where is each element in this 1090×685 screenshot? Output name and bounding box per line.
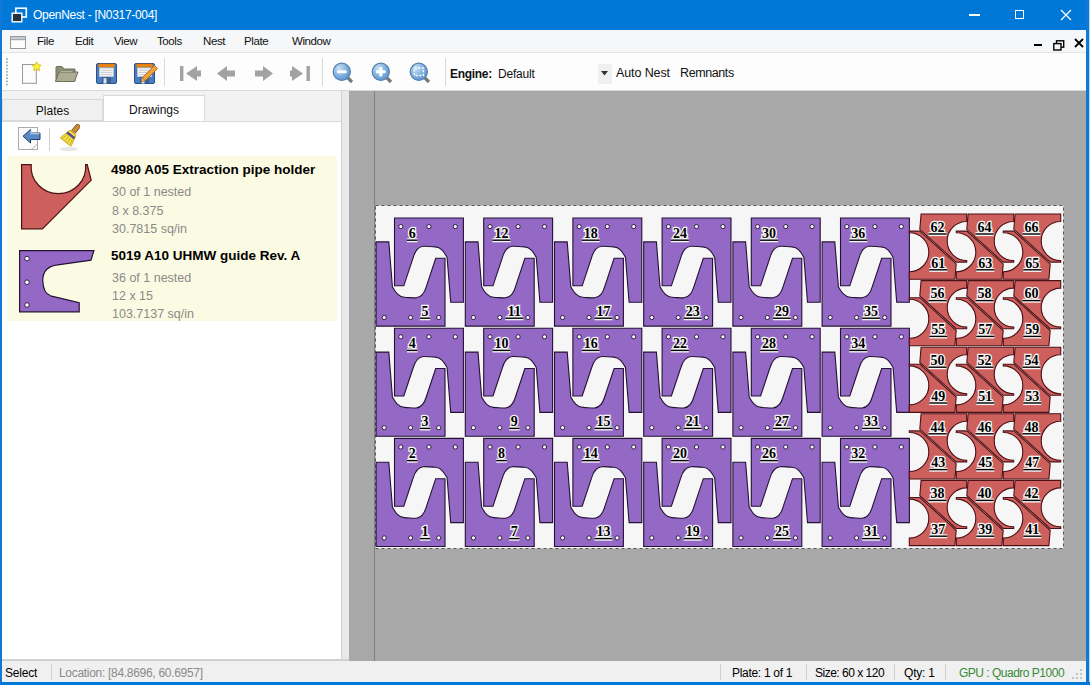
svg-text:28: 28	[762, 336, 776, 351]
svg-text:24: 24	[673, 226, 687, 241]
svg-text:50: 50	[931, 353, 945, 368]
svg-text:17: 17	[597, 304, 611, 319]
svg-text:25: 25	[775, 524, 789, 539]
svg-text:37: 37	[931, 522, 945, 537]
svg-text:61: 61	[931, 256, 945, 271]
svg-text:3: 3	[422, 414, 429, 429]
svg-text:42: 42	[1025, 486, 1039, 501]
svg-text:39: 39	[978, 522, 992, 537]
svg-text:11: 11	[508, 304, 521, 319]
svg-text:12: 12	[495, 226, 509, 241]
svg-text:6: 6	[409, 226, 416, 241]
svg-text:33: 33	[864, 414, 878, 429]
svg-text:26: 26	[762, 446, 776, 461]
svg-text:46: 46	[978, 420, 992, 435]
svg-text:18: 18	[584, 226, 598, 241]
svg-text:16: 16	[584, 336, 598, 351]
svg-text:63: 63	[978, 256, 992, 271]
svg-text:2: 2	[409, 446, 416, 461]
svg-text:31: 31	[864, 524, 878, 539]
svg-text:58: 58	[978, 286, 992, 301]
svg-text:53: 53	[1025, 389, 1039, 404]
svg-text:52: 52	[978, 353, 992, 368]
svg-text:49: 49	[931, 389, 945, 404]
svg-text:15: 15	[597, 414, 611, 429]
svg-text:66: 66	[1025, 220, 1039, 235]
svg-text:34: 34	[851, 336, 865, 351]
svg-text:64: 64	[978, 220, 992, 235]
svg-text:65: 65	[1025, 256, 1039, 271]
svg-text:54: 54	[1025, 353, 1039, 368]
svg-text:35: 35	[864, 304, 878, 319]
svg-text:40: 40	[978, 486, 992, 501]
svg-text:30: 30	[762, 226, 776, 241]
svg-text:44: 44	[931, 420, 945, 435]
svg-text:5: 5	[422, 304, 429, 319]
svg-text:59: 59	[1025, 322, 1039, 337]
svg-text:43: 43	[931, 455, 945, 470]
svg-text:48: 48	[1025, 420, 1039, 435]
svg-text:14: 14	[584, 446, 598, 461]
svg-text:8: 8	[498, 446, 505, 461]
svg-text:60: 60	[1025, 286, 1039, 301]
svg-text:29: 29	[775, 304, 789, 319]
svg-text:55: 55	[931, 322, 945, 337]
svg-text:56: 56	[931, 286, 945, 301]
svg-text:57: 57	[978, 322, 992, 337]
svg-text:27: 27	[775, 414, 789, 429]
svg-text:4: 4	[409, 336, 416, 351]
svg-text:13: 13	[597, 524, 611, 539]
svg-text:21: 21	[686, 414, 700, 429]
svg-text:47: 47	[1025, 455, 1039, 470]
svg-text:22: 22	[673, 336, 687, 351]
svg-text:62: 62	[931, 220, 945, 235]
svg-text:19: 19	[686, 524, 700, 539]
svg-text:10: 10	[495, 336, 509, 351]
svg-text:1: 1	[422, 524, 429, 539]
svg-text:20: 20	[673, 446, 687, 461]
svg-text:32: 32	[851, 446, 865, 461]
svg-text:38: 38	[931, 486, 945, 501]
svg-text:9: 9	[511, 414, 518, 429]
svg-text:7: 7	[511, 524, 518, 539]
svg-text:45: 45	[978, 455, 992, 470]
svg-text:36: 36	[851, 226, 865, 241]
svg-text:41: 41	[1025, 522, 1039, 537]
svg-text:23: 23	[686, 304, 700, 319]
svg-text:51: 51	[978, 389, 992, 404]
